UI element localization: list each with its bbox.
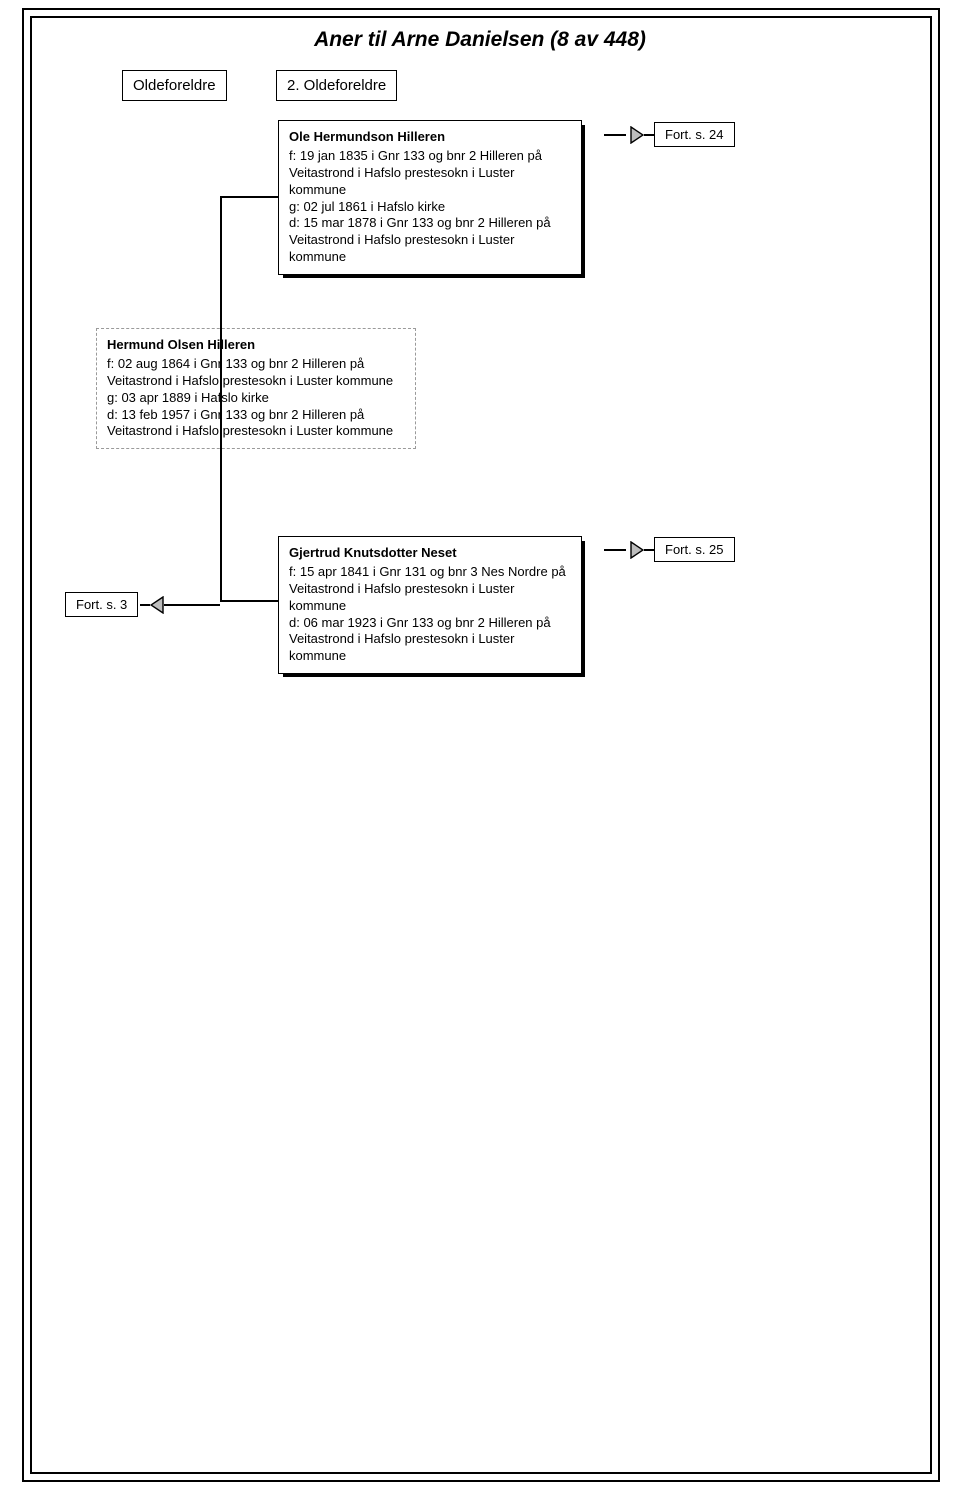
fort-mother[interactable]: Fort. s. 25 [654, 537, 735, 562]
connector [220, 196, 222, 600]
connector [140, 604, 150, 606]
father-f: f: 19 jan 1835 i Gnr 133 og bnr 2 Hiller… [289, 148, 542, 197]
person-father-box: Ole Hermundson Hilleren f: 19 jan 1835 i… [278, 120, 582, 275]
arrow-right-icon [630, 126, 644, 144]
connector [220, 600, 278, 602]
father-name: Ole Hermundson Hilleren [289, 129, 571, 146]
center-f: f: 02 aug 1864 i Gnr 133 og bnr 2 Hiller… [107, 356, 393, 388]
connector [164, 604, 220, 606]
fort-father[interactable]: Fort. s. 24 [654, 122, 735, 147]
connector [604, 134, 626, 136]
arrow-left-icon [150, 596, 164, 614]
header-col1: Oldeforeldre [122, 70, 227, 101]
connector [220, 196, 278, 198]
arrow-right-icon [630, 541, 644, 559]
fort-center[interactable]: Fort. s. 3 [65, 592, 138, 617]
connector [644, 134, 654, 136]
header-col2: 2. Oldeforeldre [276, 70, 397, 101]
mother-f: f: 15 apr 1841 i Gnr 131 og bnr 3 Nes No… [289, 564, 566, 613]
center-g: g: 03 apr 1889 i Hafslo kirke [107, 390, 269, 405]
page-title: Aner til Arne Danielsen (8 av 448) [0, 28, 960, 52]
connector [604, 549, 626, 551]
person-center-box: Hermund Olsen Hilleren f: 02 aug 1864 i … [96, 328, 416, 449]
father-g: g: 02 jul 1861 i Hafslo kirke [289, 199, 445, 214]
connector [644, 549, 654, 551]
mother-d: d: 06 mar 1923 i Gnr 133 og bnr 2 Hiller… [289, 615, 551, 664]
father-d: d: 15 mar 1878 i Gnr 133 og bnr 2 Hiller… [289, 215, 551, 264]
mother-name: Gjertrud Knutsdotter Neset [289, 545, 571, 562]
center-d: d: 13 feb 1957 i Gnr 133 og bnr 2 Hiller… [107, 407, 393, 439]
person-mother-box: Gjertrud Knutsdotter Neset f: 15 apr 184… [278, 536, 582, 674]
center-name: Hermund Olsen Hilleren [107, 337, 405, 354]
